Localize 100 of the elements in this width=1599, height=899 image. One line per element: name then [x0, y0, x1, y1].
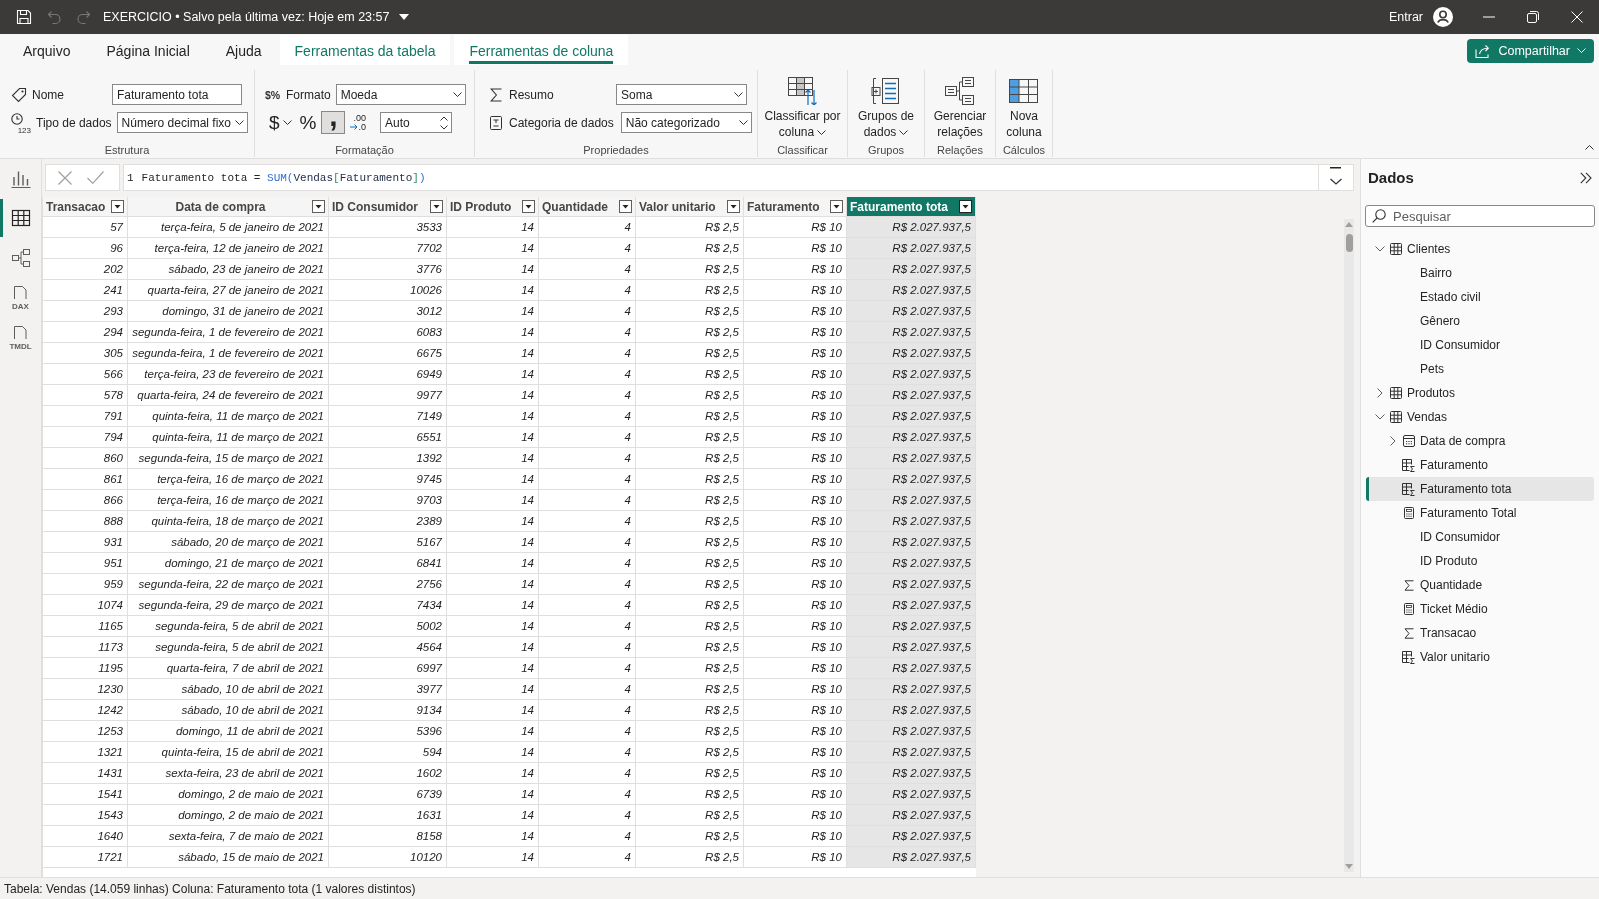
caret-down-icon[interactable]	[399, 14, 410, 20]
table-cell: 14	[447, 490, 539, 511]
thousands-separator-button[interactable]: ,	[321, 111, 346, 134]
save-icon[interactable]	[16, 9, 32, 25]
ribbon-tab[interactable]: Ferramentas da tabela	[279, 35, 451, 65]
table-cell: 4	[539, 322, 636, 343]
table-cell: terça-feira, 23 de fevereiro de 2021	[128, 364, 329, 385]
field-tree-item[interactable]: ID Consumidor	[1366, 525, 1594, 549]
column-header[interactable]: Valor unitario	[636, 197, 744, 217]
table-cell: R$ 2.027.937,5	[847, 763, 976, 784]
field-tree-item[interactable]: ID Produto	[1366, 549, 1594, 573]
table-cell: 1242	[43, 700, 128, 721]
account-icon[interactable]	[1433, 7, 1453, 27]
data-category-dropdown[interactable]: Não categorizado	[620, 112, 752, 133]
field-tree-item[interactable]: Faturamento	[1366, 453, 1594, 477]
share-button[interactable]: Compartilhar	[1467, 38, 1594, 63]
decimal-places-spinner[interactable]: Auto	[380, 112, 452, 133]
table-cell: R$ 2,5	[636, 490, 744, 511]
field-tree-item[interactable]: Bairro	[1366, 261, 1594, 285]
format-dropdown[interactable]: Moeda	[335, 84, 466, 105]
field-tree-item[interactable]: Quantidade	[1366, 573, 1594, 597]
field-tree-item[interactable]: Estado civil	[1366, 285, 1594, 309]
table-cell: 4	[539, 217, 636, 238]
vertical-scrollbar[interactable]	[1344, 219, 1354, 872]
close-icon[interactable]	[1571, 11, 1583, 23]
ribbon-tab[interactable]: Página Inicial	[88, 34, 208, 67]
data-type-dropdown[interactable]: Número decimal fixo	[116, 112, 248, 133]
column-header[interactable]: Transacao	[43, 197, 128, 217]
table-cell: R$ 2.027.937,5	[847, 511, 976, 532]
expand-chevron-icon[interactable]	[1329, 167, 1343, 185]
table-cell: 6675	[329, 343, 447, 364]
table-cell: R$ 2.027.937,5	[847, 721, 976, 742]
tmdl-view-button[interactable]: TMDL	[0, 319, 41, 357]
sign-in-link[interactable]: Entrar	[1388, 10, 1423, 24]
percent-format-button[interactable]: %	[296, 111, 320, 134]
data-groups-button[interactable]: Grupos de dados	[852, 77, 920, 140]
chevron-right-icon[interactable]	[1377, 388, 1383, 398]
search-field[interactable]: Pesquisar	[1365, 205, 1595, 227]
new-column-button[interactable]: Nova coluna	[1000, 77, 1048, 140]
table-cell: 14	[447, 406, 539, 427]
table-cell: 202	[43, 259, 128, 280]
sort-by-column-button[interactable]: Classificar por coluna	[759, 77, 846, 140]
field-tree-item[interactable]: Faturamento tota	[1366, 477, 1594, 501]
table-cell: sábado, 10 de abril de 2021	[128, 700, 329, 721]
table-cell: 794	[43, 427, 128, 448]
table-cell: R$ 2,5	[636, 595, 744, 616]
double-chevron-right-icon[interactable]	[1580, 171, 1592, 184]
field-tree-item[interactable]: Pets	[1366, 357, 1594, 381]
column-header[interactable]: Faturamento tota	[847, 197, 976, 217]
calculator-icon	[1403, 603, 1414, 615]
table-cell: R$ 2,5	[636, 511, 744, 532]
table-tree-item[interactable]: Vendas	[1366, 405, 1594, 429]
restore-icon[interactable]	[1527, 11, 1539, 23]
manage-relationships-button[interactable]: Gerenciar relações	[927, 77, 993, 140]
dax-view-button[interactable]: DAX	[0, 279, 41, 317]
ribbon-tab[interactable]: Ferramentas de coluna	[454, 35, 629, 65]
table-cell: 4	[539, 385, 636, 406]
summarization-dropdown[interactable]: Soma	[616, 84, 747, 105]
table-cell: sexta-feira, 23 de abril de 2021	[128, 763, 329, 784]
currency-format-button[interactable]: $	[266, 111, 295, 134]
column-header[interactable]: ID Produto	[447, 197, 539, 217]
field-tree-item[interactable]: Gênero	[1366, 309, 1594, 333]
table-cell: 6949	[329, 364, 447, 385]
table-cell: 14	[447, 826, 539, 847]
table-cell: 14	[447, 511, 539, 532]
field-tree-item[interactable]: ID Consumidor	[1366, 333, 1594, 357]
column-header[interactable]: Quantidade	[539, 197, 636, 217]
column-header[interactable]: ID Consumidor	[329, 197, 447, 217]
name-field[interactable]: Faturamento tota	[112, 84, 242, 105]
table-cell: 1165	[43, 616, 128, 637]
table-cell: 14	[447, 343, 539, 364]
table-cell: 14	[447, 721, 539, 742]
group-label: Formatação	[334, 143, 395, 157]
table-tree-item[interactable]: Clientes	[1366, 237, 1594, 261]
table-cell: 2389	[329, 511, 447, 532]
chevron-right-icon[interactable]	[1390, 436, 1396, 446]
field-tree-item[interactable]: Faturamento Total	[1366, 501, 1594, 525]
spinner-arrows-icon[interactable]	[440, 115, 448, 130]
table-cell: terça-feira, 12 de janeiro de 2021	[128, 238, 329, 259]
currency-percent-icon: $%	[265, 87, 282, 102]
decimal-places-button[interactable]: .00 .0	[347, 111, 369, 134]
document-title[interactable]: EXERCICIO • Salvo pela última vez: Hoje em 23:57	[103, 10, 390, 24]
field-tree-item[interactable]: Data de compra	[1366, 429, 1594, 453]
table-tree-item[interactable]: Produtos	[1366, 381, 1594, 405]
field-tree-item[interactable]: Valor unitario	[1366, 645, 1594, 669]
table-cell: R$ 2,5	[636, 217, 744, 238]
column-header[interactable]: Data de compra	[128, 197, 329, 217]
ribbon-tab[interactable]: Ajuda	[207, 34, 280, 67]
table-cell: R$ 2.027.937,5	[847, 406, 976, 427]
field-tree-item[interactable]: Ticket Médio	[1366, 597, 1594, 621]
formula-field[interactable]: 1 Faturamento tota = SUM(Vendas[Faturamento])	[123, 164, 1354, 191]
table-cell: sábado, 15 de maio de 2021	[128, 847, 329, 868]
column-header[interactable]: Faturamento	[744, 197, 847, 217]
table-cell: R$ 2,5	[636, 238, 744, 259]
field-tree-item[interactable]: Transacao	[1366, 621, 1594, 645]
chevron-down-icon[interactable]	[1375, 246, 1385, 252]
ribbon-tab[interactable]: Arquivo	[5, 34, 89, 67]
chevron-down-icon[interactable]	[1375, 414, 1385, 420]
table-cell: R$ 2.027.937,5	[847, 448, 976, 469]
chevron-up-icon[interactable]	[1585, 145, 1594, 150]
